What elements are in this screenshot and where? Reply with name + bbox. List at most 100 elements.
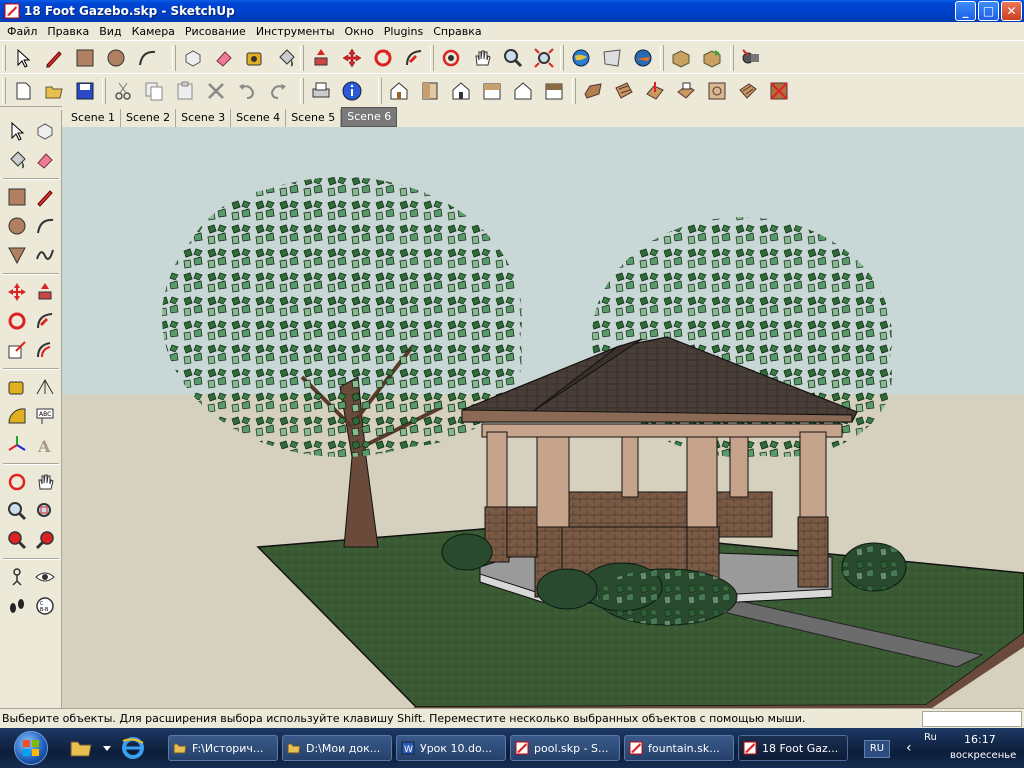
cut-icon[interactable] <box>109 78 136 105</box>
arc-icon[interactable] <box>32 213 58 239</box>
push-pull-icon[interactable] <box>32 279 58 305</box>
maximize-button[interactable]: □ <box>978 1 999 21</box>
get-models-icon[interactable] <box>667 45 694 72</box>
position-camera-icon[interactable] <box>737 45 764 72</box>
measurements-box[interactable] <box>922 711 1022 727</box>
follow-me-icon[interactable] <box>400 45 427 72</box>
move-tool-icon[interactable] <box>338 45 365 72</box>
tape-measure-icon[interactable] <box>4 374 30 400</box>
chevron-down-icon[interactable] <box>102 735 112 761</box>
tape-measure-icon[interactable] <box>241 45 268 72</box>
start-button[interactable] <box>0 728 62 768</box>
axes-icon[interactable] <box>4 432 30 458</box>
select-icon[interactable] <box>4 118 30 144</box>
paste-icon[interactable] <box>171 78 198 105</box>
open-folder-icon[interactable] <box>40 78 67 105</box>
paint-bucket-icon[interactable] <box>4 147 30 173</box>
offset-icon[interactable] <box>32 337 58 363</box>
menu-view[interactable]: Вид <box>94 25 126 38</box>
iso-view-icon[interactable] <box>385 78 412 105</box>
select-tool-icon[interactable] <box>9 45 36 72</box>
undo-icon[interactable] <box>233 78 260 105</box>
next-view-icon[interactable] <box>32 527 58 553</box>
sandbox-scratch-icon[interactable] <box>610 78 637 105</box>
save-icon[interactable] <box>71 78 98 105</box>
paint-bucket-icon[interactable] <box>272 45 299 72</box>
position-camera-icon[interactable] <box>4 564 30 590</box>
model-viewport[interactable] <box>62 127 1024 708</box>
rectangle-icon[interactable] <box>4 184 30 210</box>
smoove-icon[interactable] <box>641 78 668 105</box>
print-icon[interactable] <box>307 78 334 105</box>
text-tool-icon[interactable]: ABC <box>32 403 58 429</box>
get-photo-texture-icon[interactable] <box>598 45 625 72</box>
zoom-icon[interactable] <box>4 498 30 524</box>
clock-time[interactable]: 16:17 <box>964 733 996 746</box>
tab-scene-1[interactable]: Scene 1 <box>66 109 122 127</box>
scale-icon[interactable] <box>4 337 30 363</box>
sandbox-contours-icon[interactable] <box>579 78 606 105</box>
rectangle-tool-icon[interactable] <box>71 45 98 72</box>
front-view-icon[interactable] <box>447 78 474 105</box>
zoom-tool-icon[interactable] <box>499 45 526 72</box>
freehand-icon[interactable] <box>32 242 58 268</box>
flip-edge-icon[interactable] <box>765 78 792 105</box>
right-view-icon[interactable] <box>478 78 505 105</box>
make-component-icon[interactable] <box>179 45 206 72</box>
eraser-icon[interactable] <box>32 147 58 173</box>
eraser-tool-icon[interactable] <box>210 45 237 72</box>
minimize-button[interactable]: _ <box>955 1 976 21</box>
circle-icon[interactable] <box>4 213 30 239</box>
tab-scene-5[interactable]: Scene 5 <box>286 109 342 127</box>
rotate-tool-icon[interactable] <box>369 45 396 72</box>
previous-view-icon[interactable] <box>4 527 30 553</box>
menu-window[interactable]: Окно <box>340 25 379 38</box>
orbit-icon[interactable] <box>4 469 30 495</box>
menu-help[interactable]: Справка <box>428 25 486 38</box>
orbit-tool-icon[interactable] <box>437 45 464 72</box>
add-detail-icon[interactable] <box>734 78 761 105</box>
chevron-left-icon[interactable]: ‹ <box>906 740 912 756</box>
rotate-icon[interactable] <box>4 308 30 334</box>
top-view-icon[interactable] <box>416 78 443 105</box>
3d-text-icon[interactable]: A <box>32 432 58 458</box>
pan-icon[interactable] <box>32 469 58 495</box>
component-icon[interactable] <box>32 118 58 144</box>
task-button[interactable]: D:\Мои док... <box>282 735 392 761</box>
menu-draw[interactable]: Рисование <box>180 25 251 38</box>
menu-plugins[interactable]: Plugins <box>379 25 428 38</box>
new-file-icon[interactable] <box>9 78 36 105</box>
tab-scene-4[interactable]: Scene 4 <box>231 109 287 127</box>
task-button[interactable]: W Урок 10.do... <box>396 735 506 761</box>
pencil-icon[interactable] <box>32 184 58 210</box>
erase-icon[interactable] <box>202 78 229 105</box>
internet-explorer-icon[interactable] <box>120 735 146 761</box>
move-icon[interactable] <box>4 279 30 305</box>
copy-icon[interactable] <box>140 78 167 105</box>
tab-scene-2[interactable]: Scene 2 <box>121 109 177 127</box>
close-button[interactable]: ✕ <box>1001 1 1022 21</box>
folder-launch-icon[interactable] <box>68 735 94 761</box>
dimension-icon[interactable] <box>32 374 58 400</box>
google-earth-icon[interactable] <box>567 45 594 72</box>
back-view-icon[interactable] <box>509 78 536 105</box>
task-button[interactable]: pool.skp - S... <box>510 735 620 761</box>
walk-icon[interactable] <box>4 593 30 619</box>
tab-scene-6[interactable]: Scene 6 <box>341 107 398 127</box>
protractor-icon[interactable] <box>4 403 30 429</box>
follow-me-icon[interactable] <box>32 308 58 334</box>
pan-hand-icon[interactable] <box>468 45 495 72</box>
input-language[interactable]: Ru <box>924 732 937 743</box>
section-plane-icon[interactable]: C B-B <box>32 593 58 619</box>
menu-file[interactable]: Файл <box>2 25 42 38</box>
stamp-icon[interactable] <box>672 78 699 105</box>
task-button-active[interactable]: 18 Foot Gaz... <box>738 735 848 761</box>
pencil-tool-icon[interactable] <box>40 45 67 72</box>
tab-scene-3[interactable]: Scene 3 <box>176 109 232 127</box>
menu-tools[interactable]: Инструменты <box>251 25 340 38</box>
task-button[interactable]: F:\Историч... <box>168 735 278 761</box>
zoom-window-icon[interactable] <box>32 498 58 524</box>
polygon-icon[interactable] <box>4 242 30 268</box>
circle-tool-icon[interactable] <box>102 45 129 72</box>
share-model-icon[interactable] <box>698 45 725 72</box>
